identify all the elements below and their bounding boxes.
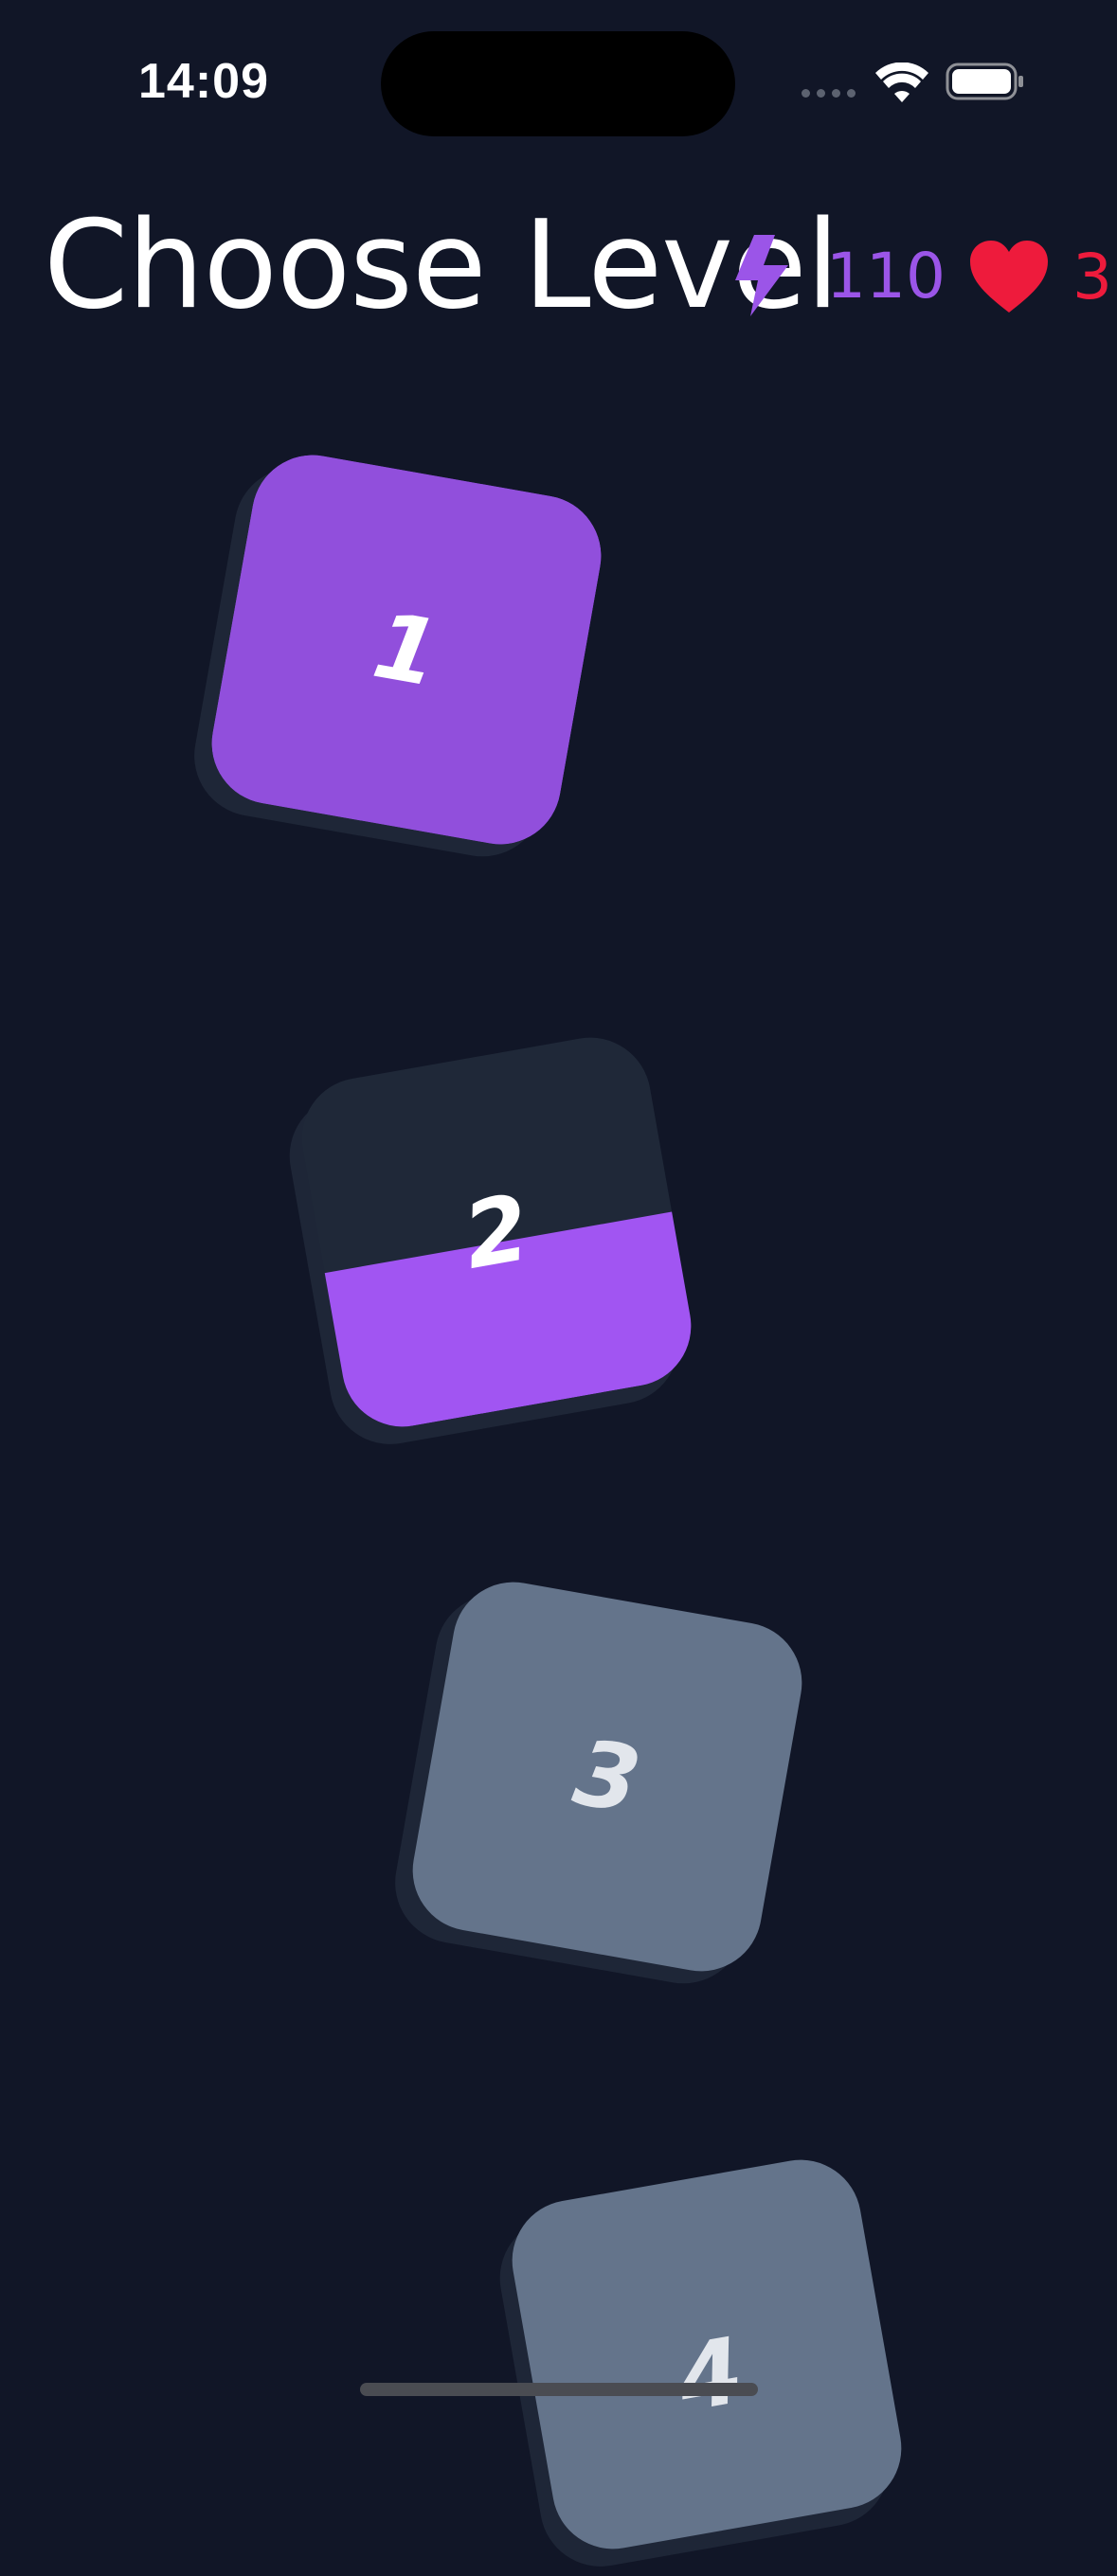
cellular-signal-icon: [802, 89, 856, 98]
tile-face: 2: [292, 1028, 701, 1437]
level-tile-1[interactable]: 1: [184, 445, 611, 867]
page-title: Choose Level: [44, 195, 839, 336]
status-time: 14:09: [138, 54, 269, 109]
energy-value: 110: [826, 239, 946, 313]
dynamic-island: [381, 31, 735, 136]
battery-icon: [946, 63, 1023, 100]
level-tile-2[interactable]: 2: [279, 1028, 701, 1455]
lives-value: 3: [1072, 240, 1112, 313]
lightning-bolt-icon: [735, 235, 788, 316]
home-indicator[interactable]: [360, 2383, 758, 2396]
heart-icon: [970, 241, 1048, 313]
energy-counter: 110: [726, 233, 946, 318]
level-number: 3: [567, 1719, 648, 1834]
tile-face: 3: [403, 1572, 812, 1981]
lives-counter: 3: [968, 237, 1112, 316]
level-tile-4[interactable]: 4: [490, 2150, 911, 2576]
wifi-icon: [875, 63, 928, 102]
tile-face: 4: [502, 2150, 911, 2559]
tile-face: 1: [202, 445, 611, 854]
level-number: 4: [670, 2317, 751, 2433]
progress-fill: [403, 1912, 788, 1981]
level-tile-3[interactable]: 3: [385, 1572, 812, 1994]
